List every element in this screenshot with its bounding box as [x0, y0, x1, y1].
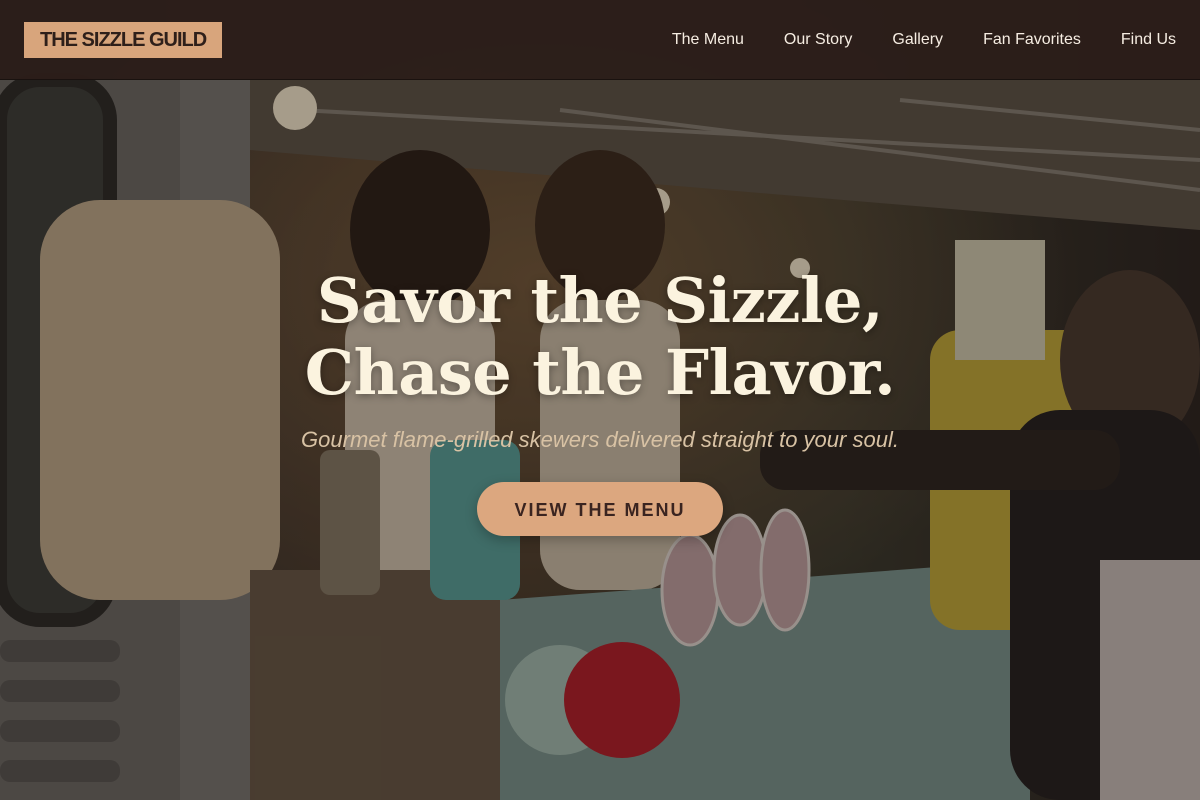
nav-link-our-story[interactable]: Our Story: [784, 31, 852, 49]
hero-subtitle: Gourmet flame-grilled skewers delivered …: [301, 427, 899, 452]
hero-title-line-1: Savor the Sizzle,: [316, 264, 884, 337]
nav-link-fan-favorites[interactable]: Fan Favorites: [983, 31, 1081, 49]
nav-link-find-us[interactable]: Find Us: [1121, 31, 1176, 49]
hero-title-line-2: Chase the Flavor.: [304, 336, 896, 409]
site-logo[interactable]: THE SIZZLE GUILD: [24, 22, 223, 58]
nav-link-gallery[interactable]: Gallery: [892, 31, 943, 49]
main-nav: The Menu Our Story Gallery Fan Favorites…: [672, 0, 1176, 80]
site-header: THE SIZZLE GUILD The Menu Our Story Gall…: [0, 0, 1200, 80]
view-menu-button[interactable]: VIEW THE MENU: [477, 482, 723, 536]
hero-title: Savor the Sizzle, Chase the Flavor.: [0, 265, 1200, 409]
nav-link-the-menu[interactable]: The Menu: [672, 31, 744, 49]
hero-section: Savor the Sizzle, Chase the Flavor. Gour…: [0, 265, 1200, 536]
